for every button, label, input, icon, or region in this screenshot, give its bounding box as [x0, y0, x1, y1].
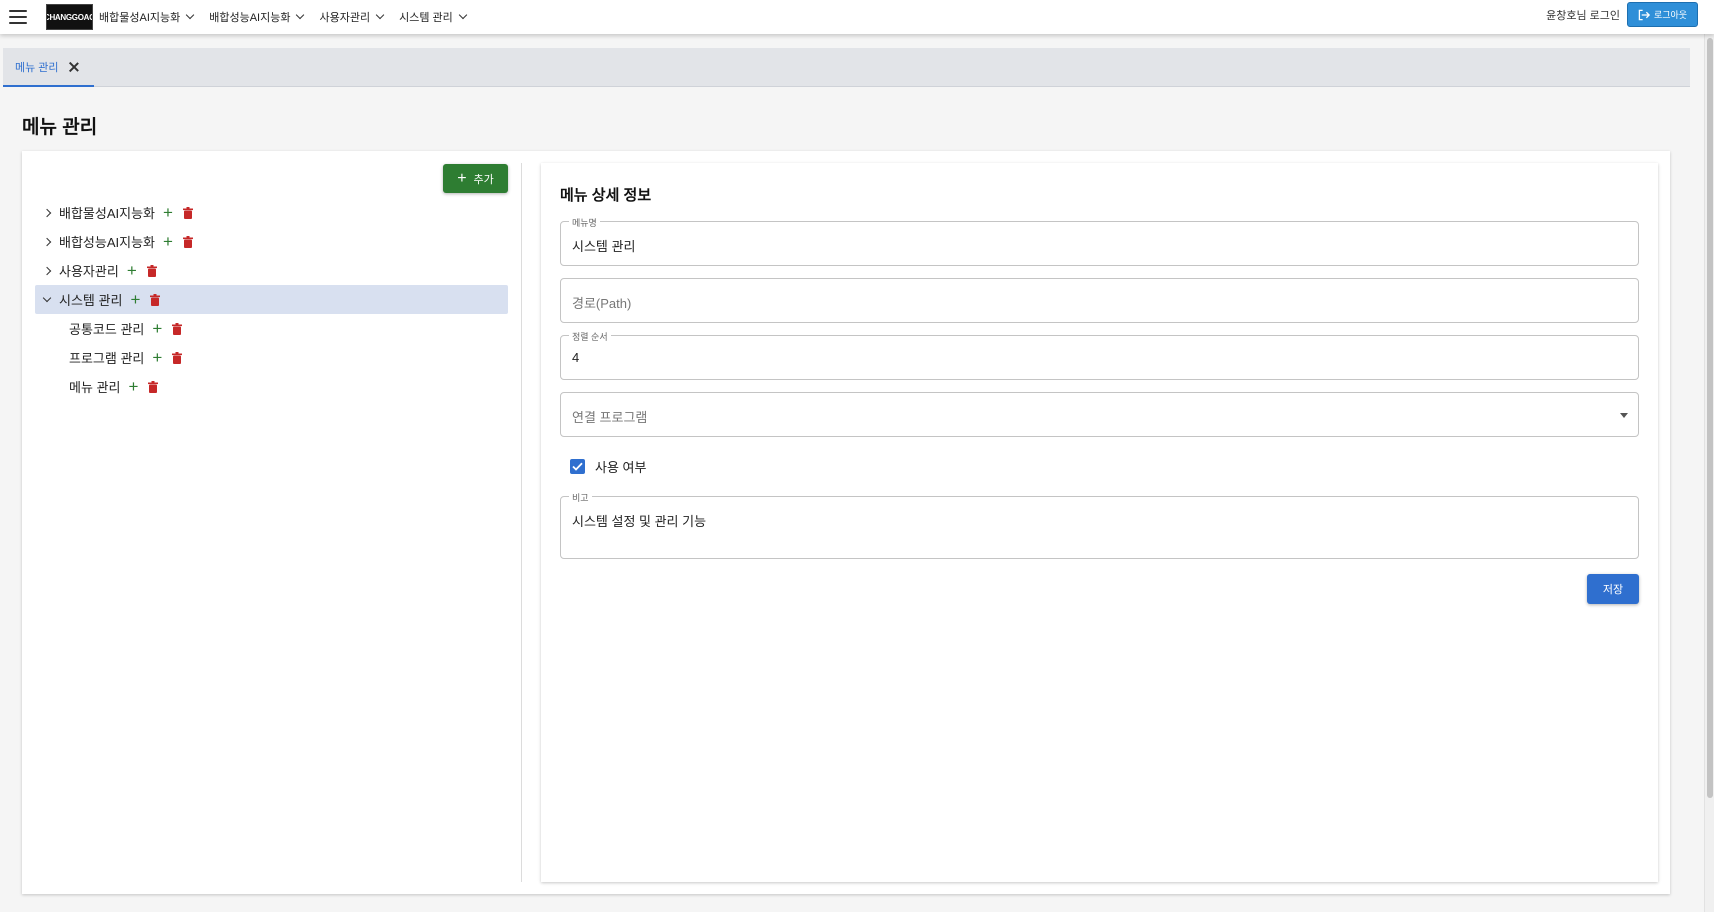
chevron-right-icon [42, 208, 52, 217]
use-yn-label: 사용 여부 [595, 460, 647, 475]
add-child-icon[interactable]: + [161, 204, 175, 221]
add-menu-button[interactable]: + 추가 [443, 164, 508, 193]
tree-item-label: 메뉴 관리 [69, 380, 121, 395]
delete-icon[interactable] [146, 264, 157, 277]
path-placeholder: 경로(Path) [572, 296, 632, 311]
chevron-down-icon [185, 10, 195, 20]
nav-item-label: 배합물성AI지능화 [99, 12, 181, 24]
chevron-right-icon [42, 237, 52, 246]
add-child-icon[interactable]: + [150, 349, 164, 366]
tree-item-label: 프로그램 관리 [69, 351, 145, 366]
hamburger-menu-icon[interactable] [9, 10, 27, 24]
delete-icon[interactable] [172, 351, 183, 364]
add-child-icon[interactable]: + [150, 320, 164, 337]
menu-name-value: 시스템 관리 [572, 239, 636, 254]
chevron-down-icon [42, 293, 52, 302]
delete-icon[interactable] [183, 206, 194, 219]
menu-detail-panel: 메뉴 상세 정보 메뉴명 시스템 관리 경로(Path) 정렬 순서 4 연결 … [541, 163, 1658, 882]
panel-divider [521, 163, 522, 882]
menu-name-field[interactable]: 메뉴명 시스템 관리 [560, 216, 1639, 266]
remark-field[interactable]: 비고 시스템 설정 및 관리 기능 [560, 491, 1639, 559]
delete-icon[interactable] [183, 235, 194, 248]
tree-item-system-management[interactable]: 시스템 관리 + [35, 285, 508, 314]
nav-item-system-management[interactable]: 시스템 관리 [399, 9, 467, 25]
tab-label: 메뉴 관리 [15, 61, 59, 74]
user-area: 윤창호님 로그인 로그아웃 [1546, 2, 1698, 27]
expand-toggle[interactable] [35, 237, 59, 246]
login-status-text: 윤창호님 로그인 [1546, 9, 1620, 22]
scrollbar-thumb[interactable] [1707, 38, 1713, 798]
plus-icon: + [457, 169, 467, 187]
top-app-bar: CHANGGOAO 배합물성AI지능화 배합성능AI지능화 사용자관리 시스템 … [0, 0, 1714, 34]
main-card: + 추가 배합물성AI지능화 + 배합성능AI지능화 + 사용자관리 + 시스템… [22, 151, 1670, 894]
nav-item-blend-performance[interactable]: 배합성능AI지능화 [209, 9, 305, 25]
nav-item-label: 시스템 관리 [399, 12, 453, 24]
close-icon[interactable] [68, 61, 80, 73]
add-child-icon[interactable]: + [126, 378, 140, 395]
add-label: 추가 [473, 173, 494, 186]
nav-item-user-management[interactable]: 사용자관리 [319, 9, 385, 25]
program-select[interactable]: 연결 프로그램 [560, 392, 1639, 437]
page-title: 메뉴 관리 [22, 117, 98, 138]
tab-bar: 메뉴 관리 [3, 48, 1690, 87]
remark-label: 비고 [569, 491, 592, 504]
delete-icon[interactable] [148, 380, 159, 393]
chevron-down-icon [458, 10, 467, 20]
dropdown-arrow-icon [1620, 413, 1628, 418]
path-field[interactable]: 경로(Path) [560, 278, 1639, 323]
tree-item-label: 공통코드 관리 [69, 322, 145, 337]
detail-title: 메뉴 상세 정보 [560, 187, 652, 204]
tree-item-common-code[interactable]: 공통코드 관리 + [35, 314, 508, 343]
sort-order-field[interactable]: 정렬 순서 4 [560, 330, 1639, 380]
tab-menu-management[interactable]: 메뉴 관리 [3, 48, 94, 87]
tree-item-program-management[interactable]: 프로그램 관리 + [35, 343, 508, 372]
tree-item-blend-performance[interactable]: 배합성능AI지능화 + [35, 227, 508, 256]
add-child-icon[interactable]: + [161, 233, 175, 250]
logout-label: 로그아웃 [1653, 10, 1688, 20]
logout-button[interactable]: 로그아웃 [1627, 2, 1698, 27]
app-logo[interactable]: CHANGGOAO [46, 4, 93, 30]
save-button[interactable]: 저장 [1587, 574, 1639, 604]
tree-item-label: 사용자관리 [59, 264, 119, 279]
checkbox-checked-icon[interactable] [570, 459, 585, 474]
menu-tree: 배합물성AI지능화 + 배합성능AI지능화 + 사용자관리 + 시스템 관리 +… [35, 198, 508, 401]
sort-order-label: 정렬 순서 [569, 330, 611, 343]
tree-item-user-management[interactable]: 사용자관리 + [35, 256, 508, 285]
chevron-down-icon [296, 10, 305, 20]
delete-icon[interactable] [150, 293, 161, 306]
menu-name-label: 메뉴명 [569, 216, 600, 229]
tree-item-blend-properties[interactable]: 배합물성AI지능화 + [35, 198, 508, 227]
program-placeholder: 연결 프로그램 [572, 410, 648, 425]
tree-item-menu-management[interactable]: 메뉴 관리 + [35, 372, 508, 401]
delete-icon[interactable] [172, 322, 183, 335]
add-child-icon[interactable]: + [125, 262, 139, 279]
use-yn-checkbox[interactable]: 사용 여부 [570, 457, 646, 476]
sort-order-value: 4 [572, 350, 580, 365]
tree-item-label: 배합물성AI지능화 [59, 206, 156, 221]
tree-item-label: 시스템 관리 [59, 293, 123, 308]
collapse-toggle[interactable] [35, 293, 59, 302]
remark-value: 시스템 설정 및 관리 기능 [572, 514, 707, 529]
nav-item-label: 배합성능AI지능화 [209, 12, 291, 24]
nav-item-blend-properties[interactable]: 배합물성AI지능화 [99, 9, 195, 25]
chevron-down-icon [375, 10, 385, 20]
expand-toggle[interactable] [35, 208, 59, 217]
logout-icon [1638, 9, 1650, 20]
chevron-right-icon [42, 266, 52, 275]
add-child-icon[interactable]: + [128, 291, 142, 308]
expand-toggle[interactable] [35, 266, 59, 275]
tree-item-label: 배합성능AI지능화 [59, 235, 156, 250]
nav-item-label: 사용자관리 [319, 12, 371, 24]
page-scrollbar[interactable] [1704, 34, 1714, 912]
